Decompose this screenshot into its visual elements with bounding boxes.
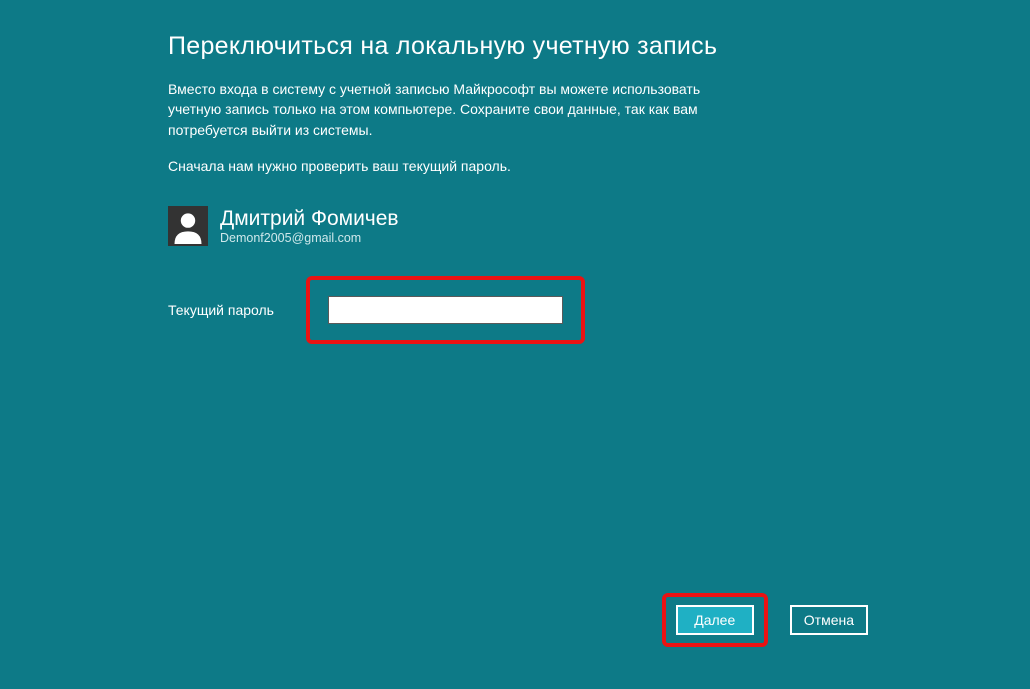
current-password-input[interactable]	[328, 296, 563, 324]
person-icon	[170, 208, 206, 244]
next-button[interactable]: Далее	[676, 605, 754, 635]
avatar	[168, 206, 208, 246]
password-label: Текущий пароль	[168, 302, 288, 318]
page-title: Переключиться на локальную учетную запис…	[168, 32, 720, 61]
password-highlight-box	[306, 276, 585, 344]
instruction-text: Сначала нам нужно проверить ваш текущий …	[168, 156, 720, 176]
cancel-button[interactable]: Отмена	[790, 605, 868, 635]
user-block: Дмитрий Фомичев Demonf2005@gmail.com	[168, 206, 720, 246]
button-row: Далее Отмена	[662, 593, 868, 647]
password-row: Текущий пароль	[168, 276, 720, 344]
description-text: Вместо входа в систему с учетной записью…	[168, 79, 720, 140]
user-name: Дмитрий Фомичев	[220, 207, 399, 231]
user-email: Demonf2005@gmail.com	[220, 231, 399, 245]
next-highlight-box: Далее	[662, 593, 768, 647]
